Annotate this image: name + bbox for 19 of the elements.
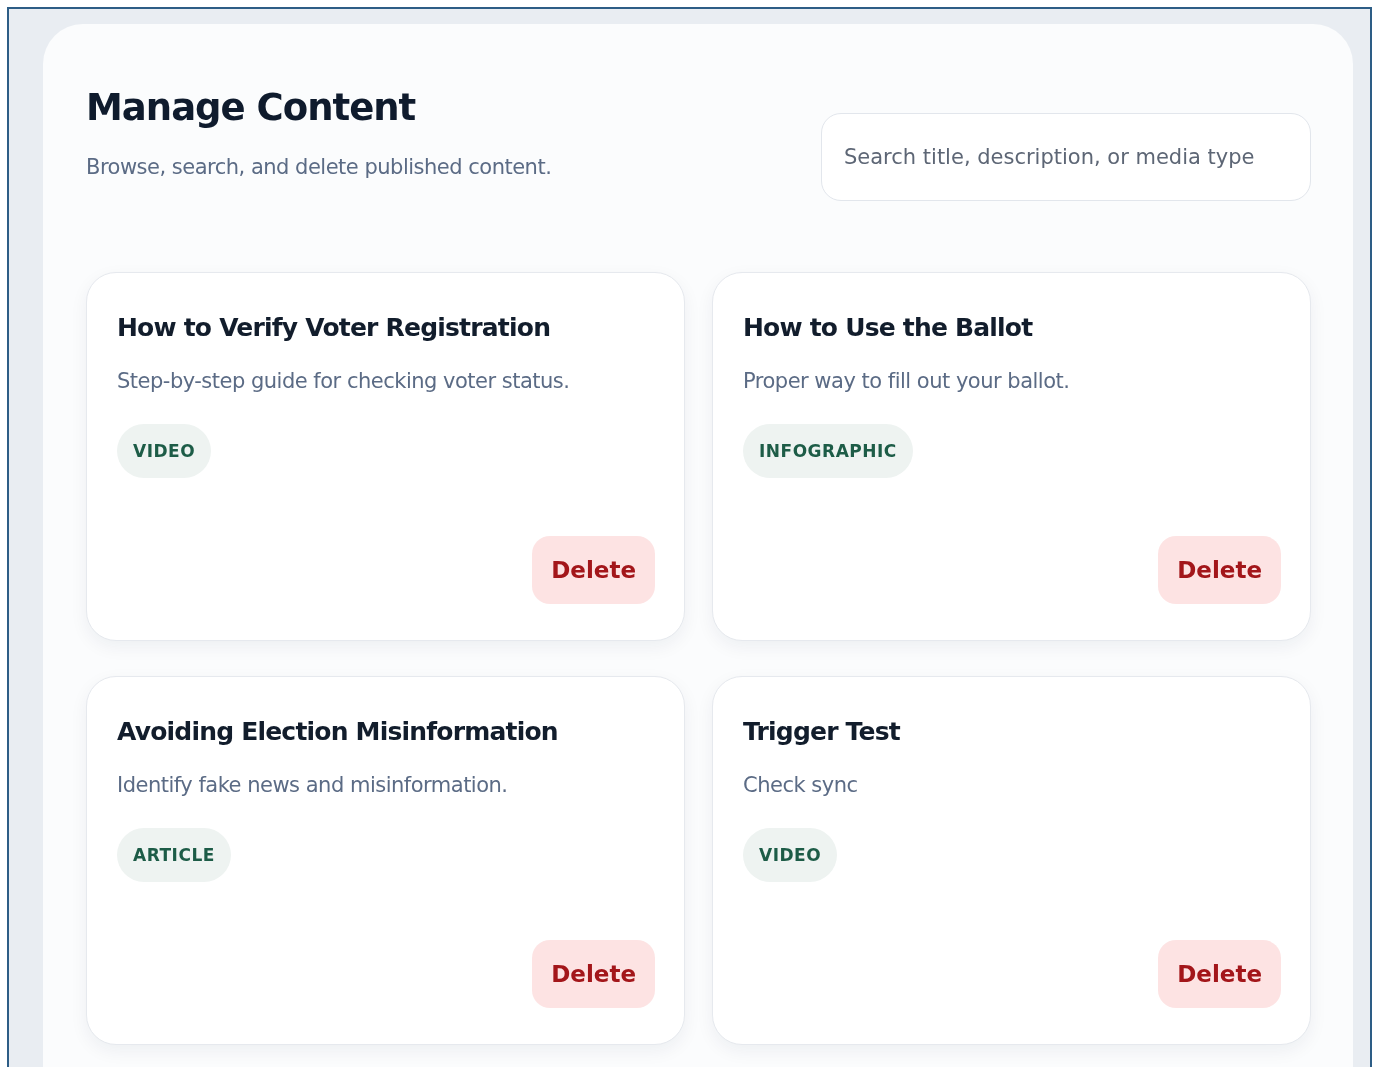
card-title: Avoiding Election Misinformation: [117, 717, 558, 746]
card-title: How to Use the Ballot: [743, 313, 1033, 342]
delete-button[interactable]: Delete: [532, 940, 655, 1008]
media-type-tag: VIDEO: [117, 424, 212, 478]
card-description: Proper way to fill out your ballot.: [743, 369, 1070, 393]
page-title: Manage Content: [86, 86, 417, 129]
card-description: Step-by-step guide for checking voter status.: [117, 369, 570, 393]
delete-button[interactable]: Delete: [1158, 536, 1281, 604]
search-field[interactable]: Search title, description, or media type: [821, 113, 1311, 201]
card-title: How to Verify Voter Registration: [117, 313, 551, 342]
delete-button[interactable]: Delete: [532, 536, 655, 604]
media-type-tag: VIDEO: [743, 828, 838, 882]
media-type-tag: INFOGRAPHIC: [743, 424, 913, 478]
card-description: Check sync: [743, 773, 858, 797]
card-title: Trigger Test: [743, 717, 900, 746]
media-type-tag: ARTICLE: [117, 828, 231, 882]
delete-button[interactable]: Delete: [1158, 940, 1281, 1008]
page-subtitle: Browse, search, and delete published content.: [86, 155, 552, 179]
card-description: Identify fake news and misinformation.: [117, 773, 508, 797]
